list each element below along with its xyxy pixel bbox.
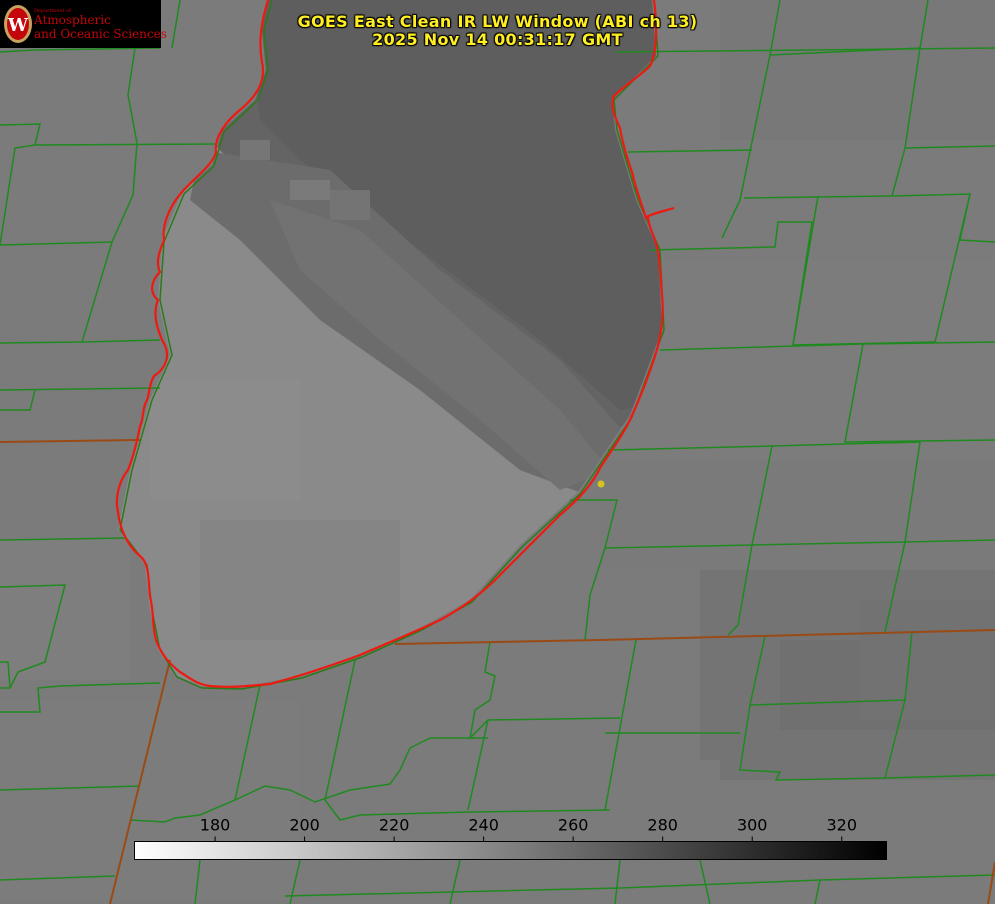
colorbar-tick-label: 240 xyxy=(468,816,499,835)
colorbar-tick-label: 220 xyxy=(379,816,410,835)
colorbar-tick-label: 300 xyxy=(737,816,768,835)
colorbar-tick-label: 260 xyxy=(558,816,589,835)
colorbar-tick-label: 320 xyxy=(826,816,857,835)
colorbar-ticks: 180 200 220 240 260 280 300 320 xyxy=(200,816,857,842)
temperature-colorbar: 180 200 220 240 260 280 300 320 xyxy=(134,816,887,860)
colorbar-tick-label: 180 xyxy=(200,816,231,835)
satellite-image: W Department of Atmospheric and Oceanic … xyxy=(0,0,995,904)
colorbar-tick-label: 280 xyxy=(647,816,678,835)
colorbar-bar xyxy=(134,841,887,860)
colorbar-tick-label: 200 xyxy=(289,816,320,835)
